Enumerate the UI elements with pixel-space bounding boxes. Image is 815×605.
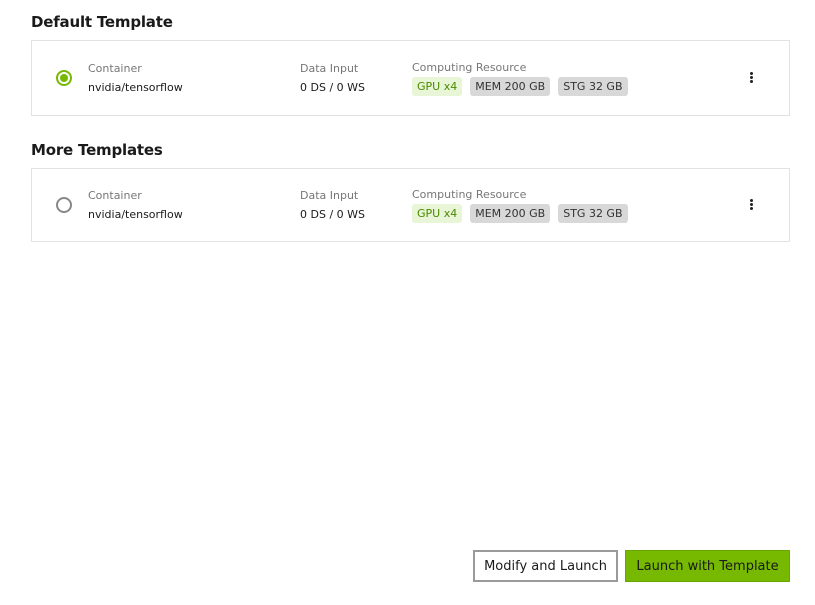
data-input-value: 0 DS / 0 WS (300, 208, 366, 221)
template-radio-selected[interactable] (56, 70, 72, 86)
default-template-heading: Default Template (31, 13, 173, 31)
data-input-value: 0 DS / 0 WS (300, 81, 366, 94)
container-field: Container nvidia/tensorflow (88, 189, 183, 221)
memory-chip: MEM 200 GB (470, 77, 551, 96)
memory-chip: MEM 200 GB (470, 204, 551, 223)
modify-and-launch-button[interactable]: Modify and Launch (473, 550, 618, 582)
default-template-card[interactable]: Container nvidia/tensorflow Data Input 0… (31, 40, 790, 116)
container-value: nvidia/tensorflow (88, 81, 183, 94)
container-field: Container nvidia/tensorflow (88, 62, 183, 94)
container-label: Container (88, 189, 142, 202)
container-label: Container (88, 62, 142, 75)
more-template-card[interactable]: Container nvidia/tensorflow Data Input 0… (31, 168, 790, 242)
template-radio-unselected[interactable] (56, 197, 72, 213)
computing-resource-field: Computing Resource GPU x4 MEM 200 GB STG… (412, 188, 628, 223)
storage-chip: STG 32 GB (558, 204, 628, 223)
launch-with-template-button[interactable]: Launch with Template (625, 550, 790, 582)
data-input-label: Data Input (300, 62, 359, 75)
storage-chip: STG 32 GB (558, 77, 628, 96)
gpu-chip: GPU x4 (412, 77, 463, 96)
more-templates-heading: More Templates (31, 141, 163, 159)
computing-resource-label: Computing Resource (412, 61, 527, 74)
computing-resource-field: Computing Resource GPU x4 MEM 200 GB STG… (412, 61, 628, 96)
data-input-field: Data Input 0 DS / 0 WS (300, 62, 365, 94)
data-input-field: Data Input 0 DS / 0 WS (300, 189, 365, 221)
computing-resource-label: Computing Resource (412, 188, 527, 201)
container-value: nvidia/tensorflow (88, 208, 183, 221)
data-input-label: Data Input (300, 189, 359, 202)
more-options-icon[interactable] (750, 72, 754, 83)
gpu-chip: GPU x4 (412, 204, 463, 223)
more-options-icon[interactable] (750, 199, 754, 210)
